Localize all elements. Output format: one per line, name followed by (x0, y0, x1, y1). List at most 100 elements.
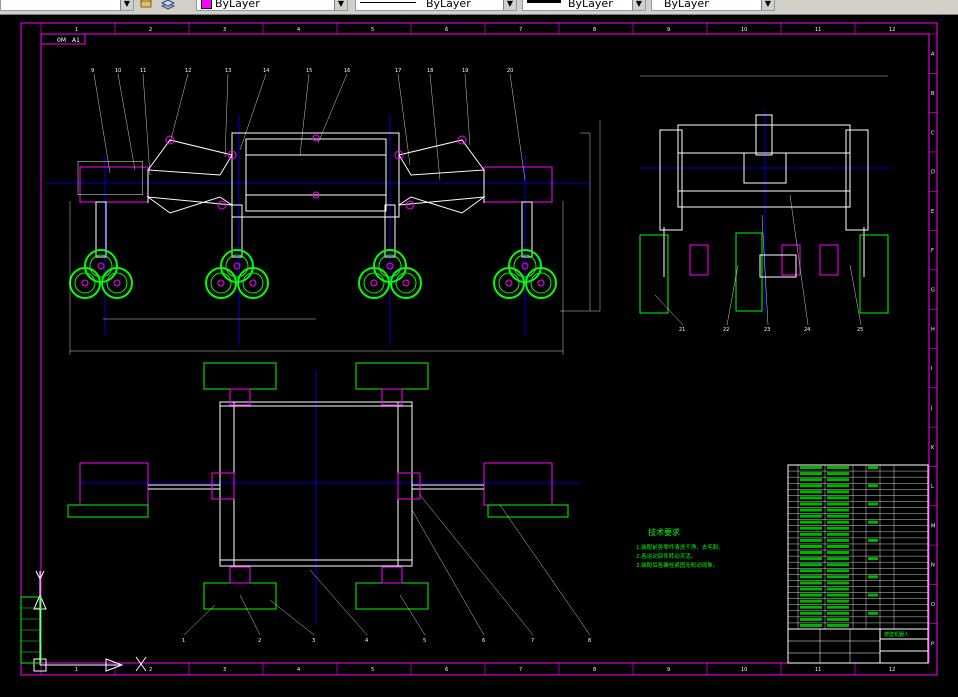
revision-table (20, 596, 42, 664)
right-ruler-label: D (931, 170, 935, 176)
prev-combo[interactable]: ▼ (0, 0, 134, 11)
top-ruler-label: 7 (519, 27, 522, 33)
callout-number: 17 (395, 68, 401, 74)
callout-number: 4 (365, 638, 368, 644)
bottom-ruler-label: 8 (593, 667, 596, 673)
top-ruler-label: 1 (75, 27, 78, 33)
callout-number: 24 (804, 327, 810, 333)
callout-number: 1 (182, 638, 185, 644)
view-label: 0M A1 (57, 37, 80, 44)
callout-number: 21 (679, 327, 685, 333)
chevron-down-icon[interactable]: ▼ (632, 0, 645, 10)
sheet-outer-border (20, 22, 938, 676)
bottom-ruler-label: 10 (741, 667, 747, 673)
drawing-svg[interactable]: 1 2 3 4 5 6 7 8 9 10 11 12 1 2 3 4 5 6 7 8 9 10 11 12 ABCDEFGH… (0, 15, 958, 693)
chevron-down-icon[interactable]: ▼ (503, 0, 516, 10)
top-ruler-label: 9 (667, 27, 670, 33)
top-ruler: 1 2 3 4 5 6 7 8 9 10 11 12 (40, 23, 895, 34)
lineweight-preview (527, 0, 561, 3)
title-block: 爬壁机器人 (787, 628, 929, 664)
callout-number: 25 (857, 327, 863, 333)
linetype-control[interactable]: ByLayer ▼ (355, 0, 517, 11)
bottom-ruler-label: 12 (889, 667, 895, 673)
layer-previous-icon[interactable] (161, 0, 175, 10)
linetype-value: ByLayer (426, 0, 471, 10)
title-block-name: 爬壁机器人 (884, 631, 909, 638)
right-ruler-label: G (931, 288, 935, 294)
callout-number: 9 (91, 68, 94, 74)
chevron-down-icon[interactable]: ▼ (120, 0, 133, 10)
bottom-ruler-label: 3 (223, 667, 226, 673)
top-ruler-label: 6 (445, 27, 448, 33)
right-ruler-label: L (931, 484, 934, 490)
right-ruler: A B C D E F G H I J K L M N O P (929, 33, 937, 647)
model-space-canvas[interactable]: 1 2 3 4 5 6 7 8 9 10 11 12 1 2 3 4 5 6 7 8 9 10 11 12 ABCDEFGH… (0, 15, 958, 693)
top-ruler-label: 5 (371, 27, 374, 33)
right-ruler-label: P (931, 641, 934, 647)
properties-toolbar: ▼ ByLayer ▼ ByLayer ▼ ByLayer ▼ ByLayer … (0, 0, 958, 15)
right-ruler-label: M (931, 523, 935, 529)
chevron-down-icon[interactable]: ▼ (761, 0, 774, 10)
callout-number: 8 (588, 638, 591, 644)
side-view-callouts: 21 22 23 24 25 (654, 194, 863, 333)
right-ruler-label: O (931, 602, 935, 608)
bottom-ruler-label: 5 (371, 667, 374, 673)
right-ruler-label: H (931, 327, 935, 333)
layer-state-icon[interactable] (139, 0, 153, 10)
callout-number: 7 (531, 638, 534, 644)
right-ruler-label: A (931, 52, 935, 58)
bottom-ruler: 1 2 3 4 5 6 7 8 9 10 11 12 (40, 663, 895, 675)
top-ruler-label: 3 (223, 27, 226, 33)
right-ruler-label: F (931, 248, 934, 254)
callout-number: 5 (423, 638, 426, 644)
top-ruler-label: 12 (889, 27, 895, 33)
callout-number: 20 (507, 68, 513, 74)
front-wheel-groups (69, 249, 557, 299)
lineweight-value: ByLayer (568, 0, 613, 10)
bottom-ruler-label: 11 (815, 667, 821, 673)
color-swatch (201, 0, 212, 9)
sheet-inner-border (40, 33, 930, 664)
bottom-ruler-label: 9 (667, 667, 670, 673)
note-line-3: 3.装配后各螺栓紧固无松动现象。 (636, 561, 718, 569)
front-view-callouts: 9 10 11 12 13 14 15 16 17 18 19 20 (91, 68, 526, 181)
note-line-1: 1.装配前各零件清洗干净，去毛刺。 (636, 543, 724, 551)
callout-number: 16 (344, 68, 350, 74)
bill-of-materials (787, 464, 929, 630)
callout-number: 6 (482, 638, 485, 644)
bottom-ruler-label: 7 (519, 667, 522, 673)
callout-number: 23 (764, 327, 770, 333)
bottom-ruler-label: 2 (149, 667, 152, 673)
callout-number: 15 (306, 68, 312, 74)
lineweight-control[interactable]: ByLayer ▼ (522, 0, 646, 11)
right-ruler-label: C (931, 130, 935, 136)
chevron-down-icon[interactable]: ▼ (334, 0, 347, 10)
notes-title: 技术要求 (648, 527, 680, 537)
top-ruler-label: 8 (593, 27, 596, 33)
right-ruler-label: E (931, 209, 934, 215)
color-control[interactable]: ByLayer ▼ (196, 0, 348, 11)
top-ruler-label: 10 (741, 27, 747, 33)
right-ruler-label: B (931, 91, 935, 97)
callout-number: 14 (263, 68, 269, 74)
ucs-icon (33, 570, 147, 672)
callout-number: 2 (258, 638, 261, 644)
bottom-ruler-label: 6 (445, 667, 448, 673)
linetype-preview (360, 2, 416, 3)
front-view (45, 115, 601, 355)
callout-number: 3 (312, 638, 315, 644)
color-value: ByLayer (215, 0, 260, 10)
bottom-ruler-label: 1 (75, 667, 78, 673)
callout-number: 19 (462, 68, 468, 74)
callout-number: 13 (225, 68, 231, 74)
note-line-2: 2.各运动部件转动灵活。 (636, 552, 696, 560)
right-ruler-label: J (930, 405, 932, 411)
top-ruler-label: 2 (149, 27, 152, 33)
callout-number: 22 (723, 327, 729, 333)
bottom-ruler-label: 4 (297, 667, 300, 673)
right-ruler-label: I (931, 366, 932, 372)
right-ruler-label: K (931, 445, 935, 451)
right-ruler-label: N (931, 563, 935, 569)
callout-number: 11 (140, 68, 146, 74)
plotstyle-control[interactable]: ByLayer ▼ (651, 0, 775, 11)
